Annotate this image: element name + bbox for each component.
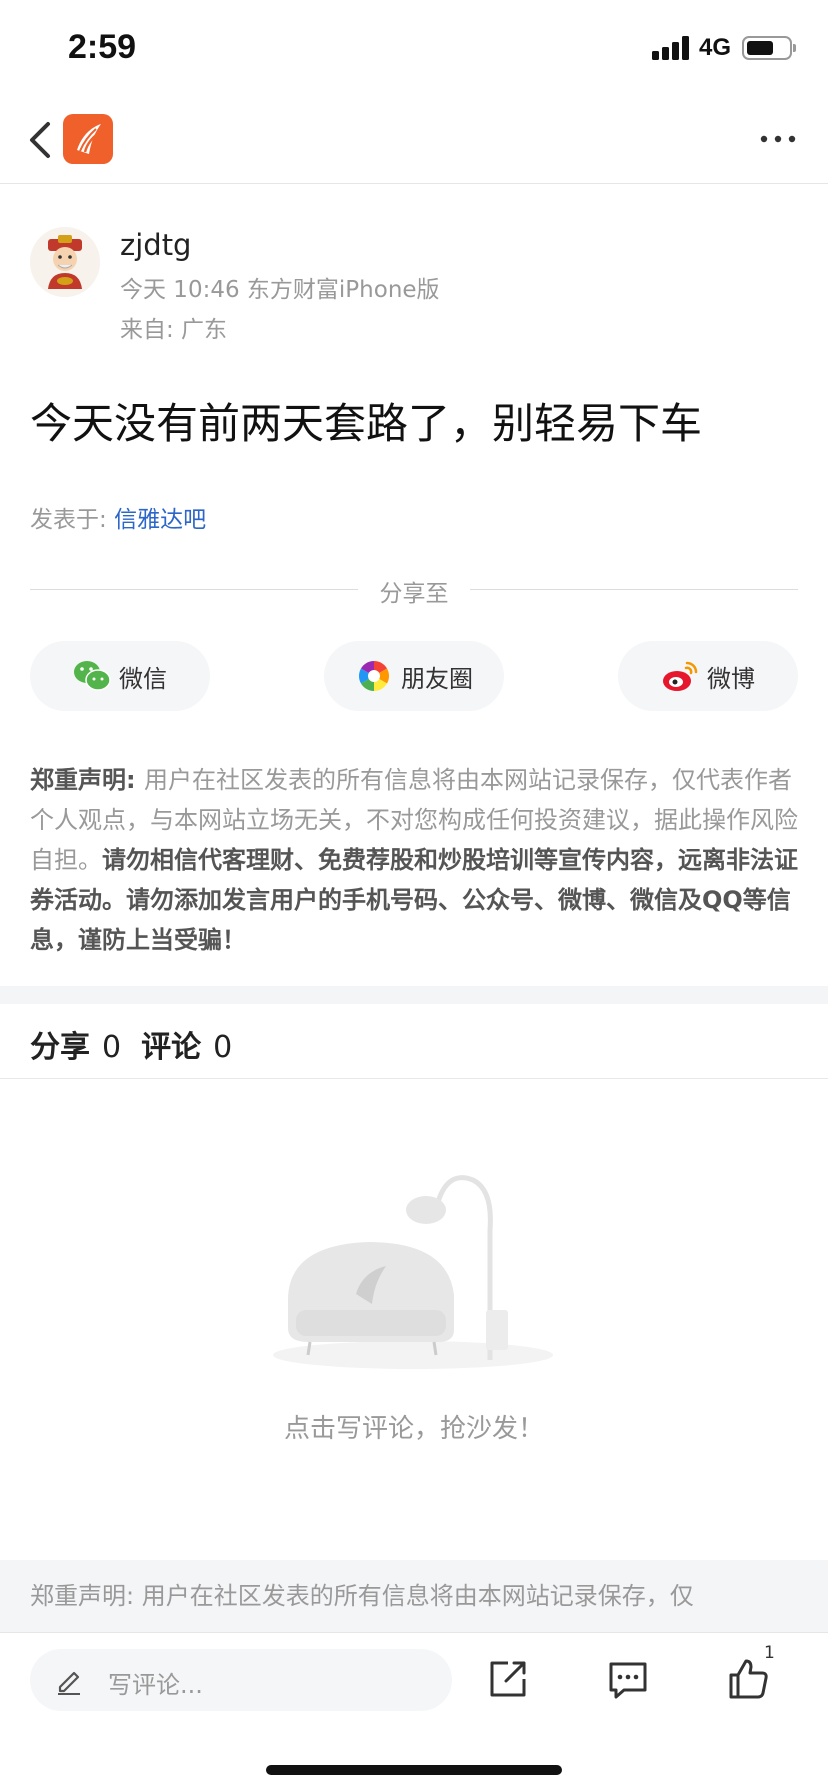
post-location: 来自: 广东 [120, 317, 228, 343]
more-dots-icon[interactable] [758, 124, 798, 154]
battery-tip [793, 44, 796, 52]
like-count: 1 [764, 1643, 775, 1663]
disclaimer-prefix: 郑重声明: [30, 766, 144, 794]
comment-count-label[interactable]: 评论 [141, 1030, 201, 1065]
empty-sofa-illustration [273, 1175, 553, 1369]
share-moments-button[interactable]: 朋友圈 [324, 641, 504, 711]
avatar[interactable] [30, 227, 100, 297]
comment-input[interactable]: 写评论... [30, 1649, 452, 1711]
divider [470, 589, 798, 590]
bottom-disclaimer-band: 郑重声明: 用户在社区发表的所有信息将由本网站记录保存，仅 [0, 1560, 828, 1632]
forum-link[interactable]: 信雅达吧 [114, 507, 206, 533]
posted-in: 发表于: 信雅达吧 [30, 500, 206, 534]
share-icon[interactable] [486, 1657, 530, 1701]
disclaimer-warning: 请勿相信代客理财、免费荐股和炒股培训等宣传内容，远离非法证券活动。请勿添加发言用… [30, 846, 798, 954]
battery-icon [742, 36, 792, 60]
divider [30, 589, 358, 590]
thumbs-up-icon[interactable] [726, 1657, 770, 1701]
posted-in-label: 发表于: [30, 507, 115, 533]
share-count: 0 [102, 1030, 122, 1065]
bottom-disclaimer-text: 郑重声明: 用户在社区发表的所有信息将由本网站记录保存，仅 [30, 1582, 694, 1610]
stats-row: 分享 0 评论 0 [30, 1022, 252, 1066]
share-weibo-button[interactable]: 微博 [618, 641, 798, 711]
author-name[interactable]: zjdtg [120, 228, 191, 262]
share-moments-label: 朋友圈 [401, 664, 473, 693]
section-separator [0, 986, 828, 1004]
wechat-icon [74, 661, 111, 691]
divider [0, 1078, 828, 1079]
comment-count: 0 [213, 1030, 233, 1065]
post-title: 今天没有前两天套路了，别轻易下车 [30, 399, 703, 448]
eastmoney-logo-icon[interactable] [63, 114, 113, 164]
share-weibo-label: 微博 [707, 664, 755, 693]
status-bar: 2:59 4G [0, 0, 828, 96]
share-count-label[interactable]: 分享 [30, 1030, 90, 1065]
share-wechat-button[interactable]: 微信 [30, 641, 210, 711]
network-label: 4G [699, 34, 732, 61]
comment-placeholder: 写评论... [108, 1671, 203, 1699]
weibo-icon [663, 661, 698, 691]
home-indicator [266, 1765, 562, 1775]
nav-bar [0, 96, 828, 184]
moments-icon [358, 661, 390, 691]
pen-icon [58, 1671, 80, 1695]
comment-icon[interactable] [606, 1657, 650, 1701]
share-label: 分享至 [379, 581, 449, 607]
disclaimer: 郑重声明: 用户在社区发表的所有信息将由本网站记录保存，仅代表作者个人观点，与本… [30, 760, 800, 960]
post-meta: 今天 10:46 东方财富iPhone版 [120, 277, 440, 303]
chevron-left-icon[interactable] [24, 118, 58, 162]
share-wechat-label: 微信 [119, 664, 167, 693]
signal-icon [652, 36, 692, 60]
empty-state-text[interactable]: 点击写评论，抢沙发！ [0, 1408, 828, 1445]
status-time: 2:59 [68, 28, 137, 66]
bottom-toolbar: 写评论... 1 [0, 1632, 828, 1792]
